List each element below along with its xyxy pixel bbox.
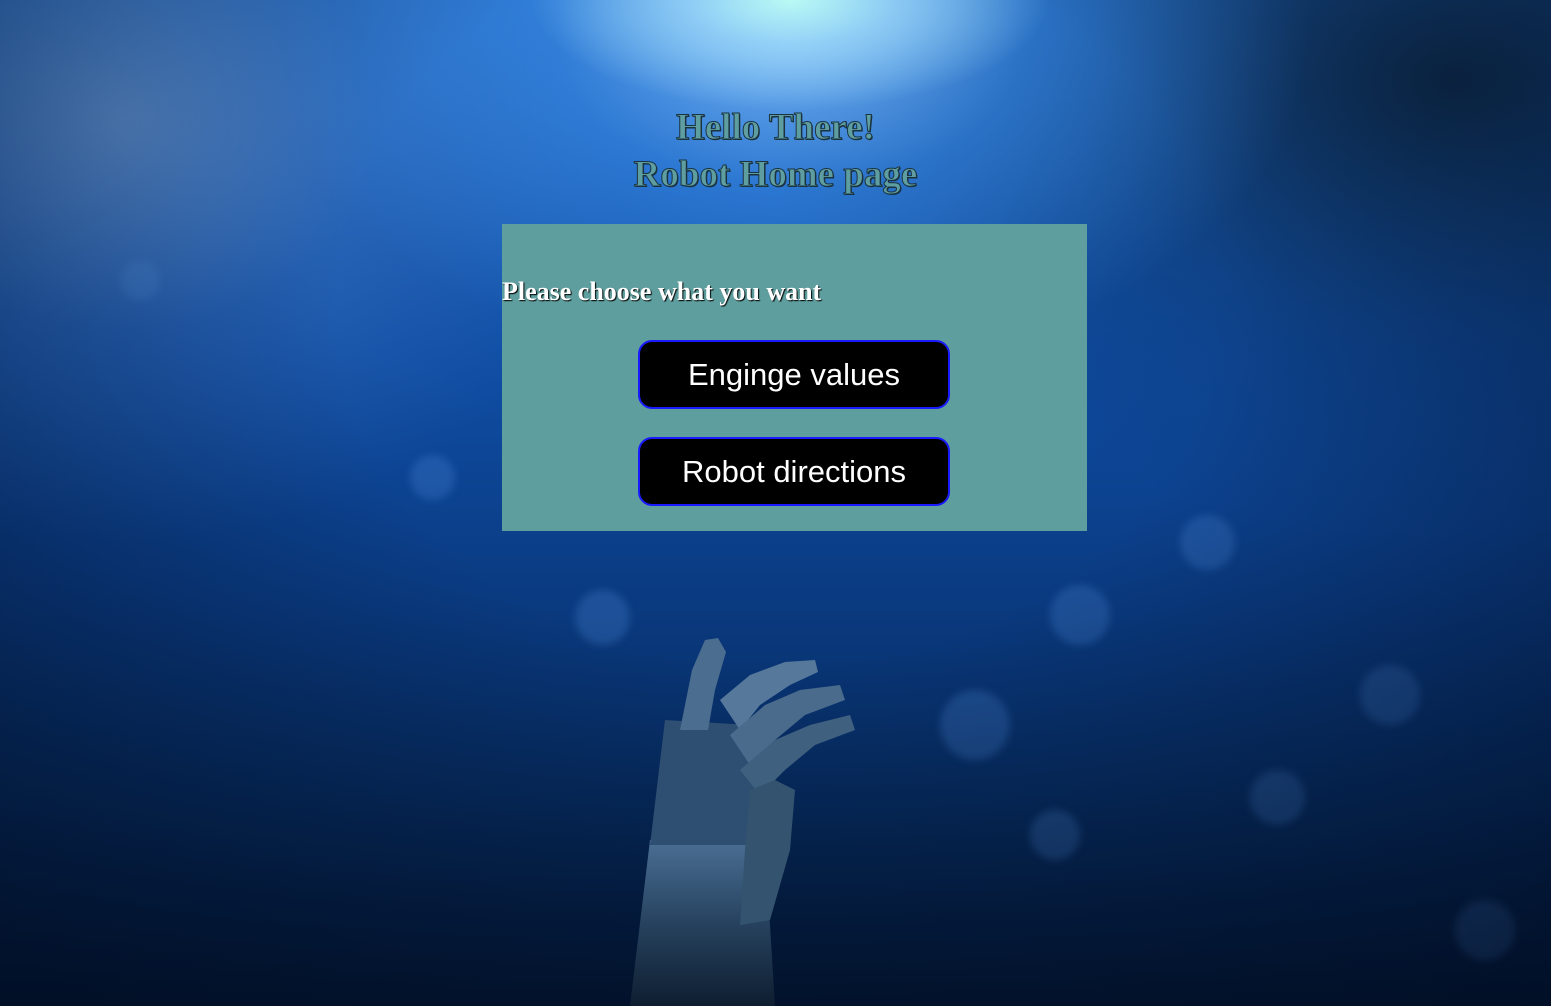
page-heading: Hello There! Robot Home page [0, 104, 1551, 198]
page-title: Robot Home page [633, 154, 918, 196]
engine-values-button[interactable]: Enginge values [638, 340, 950, 409]
choose-prompt: Please choose what you want [502, 277, 822, 306]
robot-hand-image [630, 638, 855, 1006]
greeting-text: Hello There! [675, 107, 876, 149]
robot-directions-button[interactable]: Robot directions [638, 437, 950, 506]
